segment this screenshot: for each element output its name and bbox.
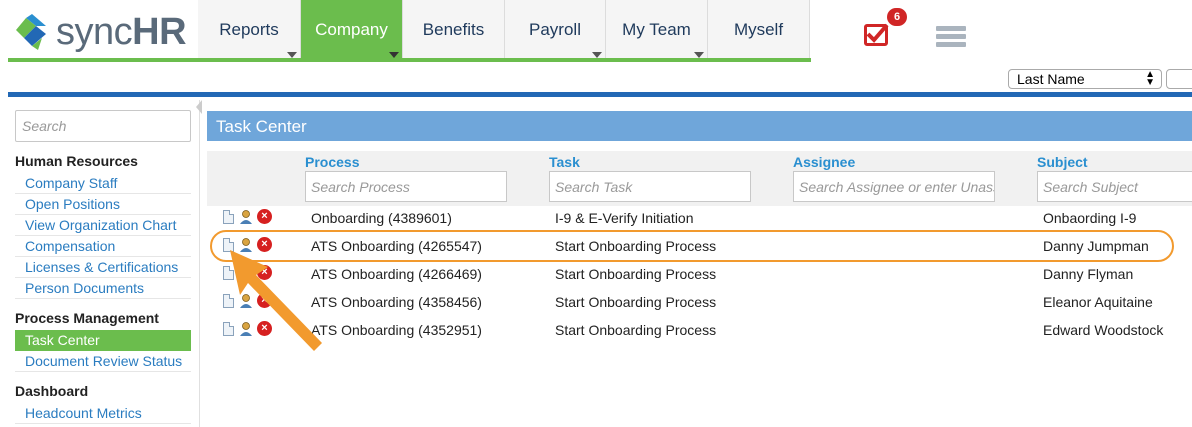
tasks-count-badge: 6 bbox=[887, 8, 907, 26]
table-row[interactable]: × Onboarding (4389601) I-9 & E-Verify In… bbox=[207, 204, 1192, 232]
sidebar-item-open-positions[interactable]: Open Positions bbox=[15, 194, 191, 215]
synchr-logo-icon bbox=[16, 14, 46, 50]
row-actions: × bbox=[223, 209, 277, 225]
row-actions: × bbox=[223, 321, 277, 337]
assign-user-icon[interactable] bbox=[238, 237, 254, 253]
sidebar-heading-process-management: Process Management bbox=[15, 310, 159, 326]
document-icon[interactable] bbox=[223, 238, 234, 252]
cell-process: ATS Onboarding (4266469) bbox=[311, 266, 482, 282]
table-row[interactable]: × ATS Onboarding (4265547) Start Onboard… bbox=[207, 232, 1192, 260]
sidebar-item-task-center[interactable]: Task Center bbox=[15, 330, 191, 351]
table-row[interactable]: × ATS Onboarding (4358456) Start Onboard… bbox=[207, 288, 1192, 316]
document-icon[interactable] bbox=[223, 210, 234, 224]
assign-user-icon[interactable] bbox=[238, 293, 254, 309]
assign-user-icon[interactable] bbox=[238, 321, 254, 337]
select-arrows-icon: ▲ ▼ bbox=[1145, 69, 1155, 88]
logo-text: syncHR bbox=[56, 10, 187, 53]
cell-task: I-9 & E-Verify Initiation bbox=[555, 210, 694, 226]
sidebar-heading-dashboard: Dashboard bbox=[15, 383, 89, 399]
nav-underline bbox=[8, 58, 811, 62]
document-icon[interactable] bbox=[223, 294, 234, 308]
app-logo[interactable]: syncHR bbox=[12, 6, 187, 58]
document-icon[interactable] bbox=[223, 266, 234, 280]
cell-process: ATS Onboarding (4352951) bbox=[311, 322, 482, 338]
delete-icon[interactable]: × bbox=[257, 237, 272, 252]
cell-task: Start Onboarding Process bbox=[555, 266, 717, 282]
cell-task: Start Onboarding Process bbox=[555, 294, 717, 310]
cell-process: Onboarding (4389601) bbox=[311, 210, 452, 226]
assign-user-icon[interactable] bbox=[238, 265, 254, 281]
subject-search-input[interactable]: Search Subject bbox=[1037, 171, 1192, 202]
table-row[interactable]: × ATS Onboarding (4352951) Start Onboard… bbox=[207, 316, 1192, 344]
column-header-process[interactable]: Process bbox=[305, 154, 359, 170]
header-divider bbox=[8, 92, 1192, 97]
delete-icon[interactable]: × bbox=[257, 265, 272, 280]
assignee-search-input[interactable]: Search Assignee or enter Unassigned bbox=[793, 171, 995, 202]
delete-icon[interactable]: × bbox=[257, 293, 272, 308]
sidebar-heading-human-resources: Human Resources bbox=[15, 153, 138, 169]
cell-task: Start Onboarding Process bbox=[555, 322, 717, 338]
sidebar-item-org-chart[interactable]: View Organization Chart bbox=[15, 215, 191, 236]
page-title: Task Center bbox=[207, 111, 1192, 141]
column-header-subject[interactable]: Subject bbox=[1037, 154, 1088, 170]
main-nav: Reports Company Benefits Payroll My Team… bbox=[198, 0, 810, 60]
cell-subject: Danny Jumpman bbox=[1043, 238, 1149, 254]
row-actions: × bbox=[223, 237, 277, 253]
sort-extra-field[interactable] bbox=[1166, 69, 1192, 89]
nav-tab-benefits[interactable]: Benefits bbox=[403, 0, 505, 60]
nav-tab-myself[interactable]: Myself bbox=[708, 0, 810, 60]
cell-process: ATS Onboarding (4358456) bbox=[311, 294, 482, 310]
sidebar-item-licenses[interactable]: Licenses & Certifications bbox=[15, 257, 191, 278]
table-row[interactable]: × ATS Onboarding (4266469) Start Onboard… bbox=[207, 260, 1192, 288]
cell-subject: Onbaording I-9 bbox=[1043, 210, 1137, 226]
nav-tab-company[interactable]: Company bbox=[301, 0, 403, 60]
delete-icon[interactable]: × bbox=[257, 209, 272, 224]
cell-process: ATS Onboarding (4265547) bbox=[311, 238, 482, 254]
sidebar: Search Human Resources Company Staff Ope… bbox=[0, 100, 200, 427]
sidebar-item-company-staff[interactable]: Company Staff bbox=[15, 173, 191, 194]
document-icon[interactable] bbox=[223, 322, 234, 336]
tasks-button[interactable]: 6 bbox=[860, 8, 907, 54]
nav-tab-reports[interactable]: Reports bbox=[198, 0, 301, 60]
column-header-task[interactable]: Task bbox=[549, 154, 580, 170]
nav-tab-payroll[interactable]: Payroll bbox=[505, 0, 606, 60]
cell-subject: Edward Woodstock bbox=[1043, 322, 1164, 338]
cell-task: Start Onboarding Process bbox=[555, 238, 717, 254]
cell-subject: Eleanor Aquitaine bbox=[1043, 294, 1153, 310]
assign-user-icon[interactable] bbox=[238, 209, 254, 225]
sidebar-item-person-documents[interactable]: Person Documents bbox=[15, 278, 191, 299]
nav-tab-my-team[interactable]: My Team bbox=[606, 0, 708, 60]
column-header-assignee[interactable]: Assignee bbox=[793, 154, 855, 170]
row-actions: × bbox=[223, 265, 277, 281]
server-list-icon[interactable] bbox=[936, 26, 966, 50]
task-search-input[interactable]: Search Task bbox=[549, 171, 751, 202]
sidebar-collapse-icon[interactable] bbox=[196, 100, 202, 114]
cell-subject: Danny Flyman bbox=[1043, 266, 1134, 282]
grid-header: Process Search Process Task Search Task … bbox=[207, 151, 1192, 206]
checkbox-check-icon bbox=[864, 23, 889, 46]
row-actions: × bbox=[223, 293, 277, 309]
sidebar-item-compensation[interactable]: Compensation bbox=[15, 236, 191, 257]
process-search-input[interactable]: Search Process bbox=[305, 171, 507, 202]
sidebar-search-input[interactable]: Search bbox=[15, 110, 191, 142]
sidebar-item-document-review[interactable]: Document Review Status bbox=[15, 351, 191, 372]
delete-icon[interactable]: × bbox=[257, 321, 272, 336]
sort-select[interactable]: Last Name ▲ ▼ bbox=[1008, 69, 1162, 89]
sidebar-item-headcount-metrics[interactable]: Headcount Metrics bbox=[15, 403, 191, 424]
